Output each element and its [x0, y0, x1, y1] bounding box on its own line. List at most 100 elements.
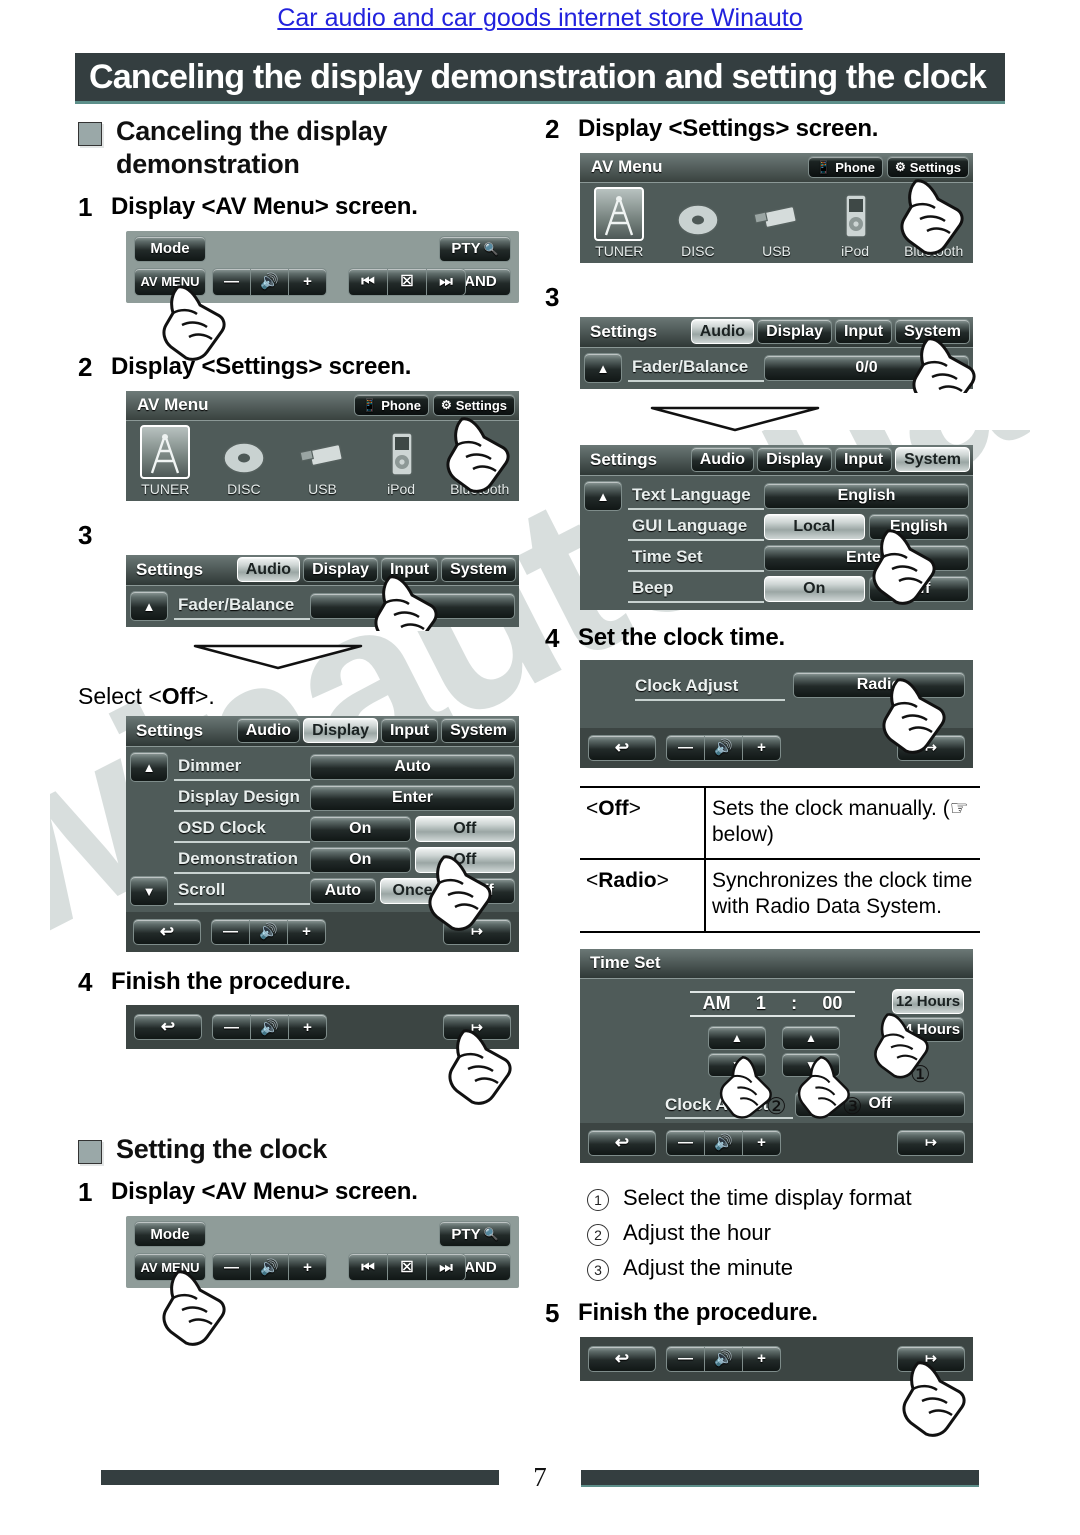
settings-button[interactable]: ⚙ Settings [432, 394, 515, 417]
exit-button[interactable]: ↦ [897, 734, 965, 761]
settings-button[interactable]: ⚙ Settings [886, 156, 969, 179]
volume-up-button[interactable]: + [289, 1253, 327, 1282]
scroll-once[interactable]: Once [379, 878, 446, 905]
volume-up-button[interactable]: + [743, 734, 781, 761]
tab-input[interactable]: Input [380, 718, 439, 744]
volume-up-button[interactable]: + [743, 1345, 781, 1372]
scroll-auto[interactable]: Auto [310, 878, 376, 905]
scroll-off[interactable]: Off [449, 878, 516, 905]
demonstration-on[interactable]: On [310, 847, 411, 874]
fader-balance-value[interactable]: 0/0 [764, 355, 969, 382]
volume-icon-button[interactable]: 🔊 [705, 1129, 743, 1156]
source-tuner[interactable]: TUNER [126, 424, 205, 497]
previous-track-button[interactable]: ⏮ [348, 1253, 388, 1282]
tab-system[interactable]: System [895, 447, 970, 473]
scroll-up-button[interactable]: ▲ [130, 752, 168, 783]
volume-down-button[interactable]: — [666, 734, 705, 761]
exit-button[interactable]: ↦ [897, 1129, 965, 1156]
scroll-up-button[interactable]: ▲ [584, 353, 622, 384]
volume-icon-button[interactable]: 🔊 [250, 918, 288, 945]
tab-audio[interactable]: Audio [690, 447, 755, 473]
source-ipod[interactable]: iPod [816, 187, 895, 259]
scroll-down-button[interactable]: ▼ [130, 876, 168, 907]
volume-down-button[interactable]: — [211, 918, 250, 945]
av-menu-button[interactable]: AV MENU [134, 267, 206, 296]
exit-button[interactable]: ↦ [443, 918, 511, 945]
scroll-up-button[interactable]: ▲ [584, 481, 622, 512]
beep-on[interactable]: On [764, 576, 865, 603]
phone-button[interactable]: 📱 Phone [354, 394, 429, 417]
demonstration-off[interactable]: Off [414, 847, 515, 874]
volume-icon-button[interactable]: 🔊 [251, 1253, 289, 1282]
back-button[interactable]: ↩ [588, 1129, 656, 1156]
source-usb[interactable]: USB [737, 187, 816, 259]
source-tuner[interactable]: TUNER [580, 186, 659, 259]
volume-down-button[interactable]: — [212, 1253, 251, 1282]
volume-up-button[interactable]: + [289, 1014, 327, 1041]
tab-display[interactable]: Display [757, 447, 832, 473]
format-12-hours-button[interactable]: 12 Hours [892, 988, 964, 1014]
gui-language-local[interactable]: Local [764, 514, 865, 541]
source-disc[interactable]: DISC [659, 187, 738, 259]
osd-clock-on[interactable]: On [310, 816, 411, 843]
source-disc[interactable]: DISC [205, 425, 284, 497]
minute-down-button[interactable]: ▼ [782, 1052, 840, 1077]
minute-up-button[interactable]: ▲ [782, 1025, 840, 1050]
volume-icon-button[interactable]: 🔊 [251, 267, 289, 296]
osd-clock-off[interactable]: Off [414, 816, 515, 843]
exit-button[interactable]: ↦ [443, 1014, 511, 1041]
tab-system[interactable]: System [895, 319, 970, 345]
format-24-hours-button[interactable]: 24 Hours [892, 1016, 964, 1042]
beep-off[interactable]: Off [868, 576, 969, 603]
scroll-up-button[interactable]: ▲ [130, 591, 168, 622]
tab-system[interactable]: System [441, 718, 516, 744]
mute-button[interactable]: ☒ [388, 1253, 427, 1282]
dimmer-value-auto[interactable]: Auto [310, 754, 515, 781]
tab-input[interactable]: Input [380, 557, 439, 583]
back-button[interactable]: ↩ [133, 918, 201, 945]
volume-icon-button[interactable]: 🔊 [705, 1345, 743, 1372]
tab-display[interactable]: Display [757, 319, 832, 345]
store-link[interactable]: Car audio and car goods internet store W… [0, 4, 1080, 33]
source-bluetooth[interactable]: Bluetooth [894, 187, 973, 259]
text-language-value[interactable]: English [764, 483, 969, 510]
clock-adjust-value[interactable]: Off [795, 1090, 965, 1117]
volume-up-button[interactable]: + [288, 918, 326, 945]
tab-audio[interactable]: Audio [690, 319, 755, 345]
tab-display[interactable]: Display [303, 718, 378, 744]
gui-language-english[interactable]: English [868, 514, 969, 541]
volume-up-button[interactable]: + [289, 267, 327, 296]
back-button[interactable]: ↩ [588, 734, 656, 761]
pty-button[interactable]: PTY 🔍 [439, 235, 511, 262]
av-menu-button[interactable]: AV MENU [134, 1253, 206, 1282]
volume-down-button[interactable]: — [212, 1014, 251, 1041]
hour-down-button[interactable]: ▼ [708, 1052, 766, 1077]
exit-button[interactable]: ↦ [897, 1345, 965, 1372]
mode-button[interactable]: Mode [134, 1221, 206, 1248]
hour-up-button[interactable]: ▲ [708, 1025, 766, 1050]
volume-down-button[interactable]: — [666, 1345, 705, 1372]
volume-icon-button[interactable]: 🔊 [705, 734, 743, 761]
source-usb[interactable]: USB [283, 425, 362, 497]
volume-down-button[interactable]: — [666, 1129, 705, 1156]
tab-display[interactable]: Display [303, 557, 378, 583]
mode-button[interactable]: Mode [134, 235, 206, 262]
back-button[interactable]: ↩ [588, 1345, 656, 1372]
tab-audio[interactable]: Audio [236, 718, 301, 744]
volume-down-button[interactable]: — [212, 267, 251, 296]
next-track-button[interactable]: ⏭ [427, 267, 466, 296]
volume-icon-button[interactable]: 🔊 [251, 1014, 289, 1041]
source-bluetooth[interactable]: Bluetooth [440, 425, 519, 497]
clock-adjust-value[interactable]: Radio [793, 671, 965, 698]
time-set-enter[interactable]: Enter [764, 545, 969, 572]
tab-input[interactable]: Input [834, 319, 893, 345]
tab-system[interactable]: System [441, 557, 516, 583]
previous-track-button[interactable]: ⏮ [348, 267, 388, 296]
volume-up-button[interactable]: + [743, 1129, 781, 1156]
next-track-button[interactable]: ⏭ [427, 1253, 466, 1282]
pty-button[interactable]: PTY 🔍 [439, 1221, 511, 1248]
mute-button[interactable]: ☒ [388, 267, 427, 296]
tab-input[interactable]: Input [834, 447, 893, 473]
display-design-enter[interactable]: Enter [310, 785, 515, 812]
back-button[interactable]: ↩ [134, 1014, 202, 1041]
